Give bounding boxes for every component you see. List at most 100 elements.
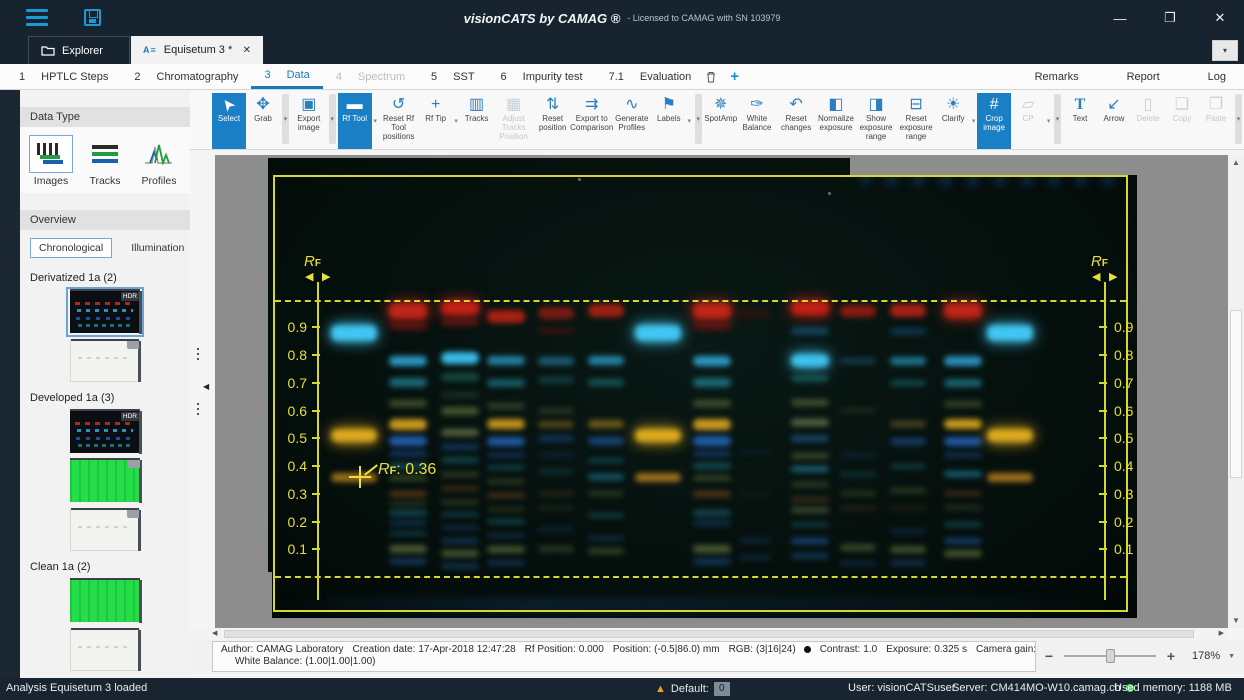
thumbnail-developed-1a-3-1[interactable]: HDR — [70, 409, 142, 455]
step-chromatography[interactable]: 2 Chromatography — [121, 64, 251, 89]
toolbar-dropdown-icon[interactable]: ▾ — [453, 93, 460, 149]
thumbnail-clean-1a-2-2[interactable] — [70, 628, 141, 672]
ribbon-collapse-icon[interactable]: ▾ — [1212, 40, 1238, 61]
thumbnail-clean-1a-2-1[interactable] — [70, 578, 142, 624]
zoom-slider[interactable] — [1064, 649, 1156, 663]
thumbnail-derivatized-1a-2-1[interactable]: HDR — [66, 287, 144, 337]
collapse-sidebar-icon[interactable]: ◀ — [203, 382, 209, 391]
tab-explorer[interactable]: Explorer — [28, 36, 130, 64]
toolbar-labels-button[interactable]: ⚑ Labels — [652, 93, 686, 149]
zoom-in-icon[interactable]: + — [1164, 648, 1178, 664]
step-data[interactable]: 3 Data — [251, 64, 323, 89]
rf-scale-right-arrow-icon[interactable]: ▶ — [322, 272, 330, 283]
toolbar-separator[interactable]: ▾ — [1054, 94, 1061, 144]
toolbar-button-label: Arrow — [1103, 114, 1125, 123]
rf-scale-right-arrow-icon[interactable]: ▶ — [1109, 272, 1117, 283]
toolbar-reset-position-button[interactable]: ⇅ Reset position — [534, 93, 572, 149]
toolbar-separator[interactable]: ▾ — [328, 94, 336, 144]
toolbar-reset-changes-button[interactable]: ↶ Reset changes — [776, 93, 816, 149]
horizontal-scrollbar[interactable]: ◀ ▶ — [190, 628, 1228, 640]
nav-remarks[interactable]: Remarks — [1035, 71, 1079, 83]
data-type-tracks[interactable]: Tracks — [80, 135, 130, 187]
trash-icon[interactable] — [706, 71, 716, 83]
restore-button[interactable]: ❐ — [1160, 10, 1180, 26]
scroll-down-icon[interactable]: ▼ — [1228, 616, 1244, 625]
toolbar-dropdown-icon[interactable]: ▾ — [1045, 93, 1052, 149]
data-type-images[interactable]: Images — [26, 135, 76, 187]
toolbar-rf-tip-button[interactable]: + Rf Tip — [419, 93, 453, 149]
rf-scale-left-arrow-icon[interactable]: ◀ — [1092, 272, 1100, 283]
zoom-level-value[interactable]: 178% — [1192, 650, 1220, 662]
toolbar-generate-profiles-button[interactable]: ∿ Generate Profiles — [612, 93, 652, 149]
toolbar-grab-button[interactable]: ✥ Grab — [246, 93, 280, 149]
toolbar-normalize-exposure-button[interactable]: ◧ Normalize exposure — [816, 93, 856, 149]
vertical-scrollbar[interactable]: ▲ ▼ — [1228, 155, 1244, 628]
rf-tick-label: 0.7 — [1114, 374, 1134, 391]
toolbar-separator[interactable]: ▾ — [694, 94, 702, 144]
toolbar-dropdown-icon[interactable]: ▾ — [686, 93, 693, 149]
image-toolbar: ➤ Select ✥ Grab ▾ ▣ Export image ▾ ▬ Rf Tool ▾ ↺ Res… — [190, 90, 1244, 150]
toolbar-rf-tool-button[interactable]: ▬ Rf Tool — [337, 93, 372, 149]
info-field-value: 1.0 — [863, 644, 878, 655]
toolbar-show-exposure-range-button[interactable]: ◨ Show exposure range — [856, 93, 896, 149]
toolbar-separator[interactable]: ▾ — [1234, 94, 1242, 144]
minimize-button[interactable]: — — [1110, 11, 1130, 26]
zoom-slider-thumb[interactable] — [1106, 649, 1115, 663]
toolbar-spotamp-button[interactable]: ✵ SpotAmp — [704, 93, 738, 149]
crop-region-rectangle[interactable] — [273, 175, 1128, 612]
toolbar-white-balance-button[interactable]: ✑ White Balance — [738, 93, 777, 149]
zoom-out-icon[interactable]: − — [1042, 648, 1056, 664]
data-type-profiles[interactable]: Profiles — [134, 135, 184, 187]
toolbar-reset-exposure-range-button[interactable]: ⊟ Reset exposure range — [896, 93, 936, 149]
scroll-left-icon[interactable]: ◀ — [212, 628, 217, 640]
nav-log[interactable]: Log — [1208, 71, 1226, 83]
toolbar-export-to-comparison-button[interactable]: ⇉ Export to Comparison — [570, 93, 613, 149]
thumbnail-developed-1a-3-3[interactable] — [70, 508, 141, 552]
splitter-handle[interactable] — [197, 348, 200, 363]
zoom-dropdown-icon[interactable]: ▼ — [1228, 653, 1235, 660]
image-viewer-canvas[interactable]: RF ◀ ▶ 0.9 0.8 0.7 0.6 0.5 0.4 0.3 0.2 0.1 RF ◀ ▶ 0.9 0… — [215, 155, 1228, 628]
step-hptlc-steps[interactable]: 1 HPTLC Steps — [6, 64, 121, 89]
grab-icon: ✥ — [256, 96, 270, 113]
step-evaluation[interactable]: 7.1 Evaluation — [596, 64, 705, 89]
rf-scale-left-arrow-icon[interactable]: ◀ — [305, 272, 313, 283]
thumbnail-derivatized-1a-2-2[interactable] — [70, 339, 141, 383]
close-button[interactable]: ✕ — [1210, 10, 1230, 26]
rf-marker-crosshair[interactable] — [359, 466, 361, 488]
toolbar-select-button[interactable]: ➤ Select — [212, 93, 246, 149]
step-spectrum[interactable]: 4 Spectrum — [323, 64, 418, 89]
vertical-scrollbar-thumb[interactable] — [1230, 310, 1242, 478]
step-number: 2 — [134, 70, 141, 83]
info-field-label: RGB: — [728, 644, 754, 655]
toolbar-separator[interactable]: ▾ — [282, 94, 289, 144]
overview-toggle-chronological[interactable]: Chronological — [30, 238, 113, 258]
toolbar-dropdown-icon[interactable]: ▾ — [970, 93, 977, 149]
rf-scale-left-line[interactable] — [317, 282, 319, 600]
toolbar-clarify-button[interactable]: ☀ Clarify — [936, 93, 970, 149]
horizontal-scrollbar-thumb[interactable] — [224, 630, 1194, 638]
toolbar-export-image-button[interactable]: ▣ Export image — [291, 93, 327, 149]
overview-toggle-illumination[interactable]: Illumination — [122, 238, 190, 258]
toolbar-tracks-button[interactable]: ▥ Tracks — [460, 93, 494, 149]
rf-tick — [312, 492, 320, 495]
rf-scale-right-line[interactable] — [1104, 282, 1106, 600]
nav-report[interactable]: Report — [1127, 71, 1160, 83]
toolbar-button-label: SpotAmp — [704, 114, 738, 123]
toolbar-text-button[interactable]: T Text — [1063, 93, 1097, 149]
toolbar-crop-image-button[interactable]: # Crop image — [977, 93, 1012, 149]
step-sst[interactable]: 5 SST — [418, 64, 488, 89]
splitter-handle[interactable] — [197, 403, 200, 418]
tab-close-icon[interactable]: ✕ — [243, 45, 251, 56]
toolbar-arrow-button[interactable]: ↙ Arrow — [1097, 93, 1131, 149]
info-field-position: Position: (-0.5|86.0) mm — [613, 644, 720, 655]
step-impurity-test[interactable]: 6 Impurity test — [488, 64, 596, 89]
toolbar-reset-rf-tool-positions-button[interactable]: ↺ Reset Rf Tool positions — [379, 93, 419, 149]
tab-document[interactable]: A≡ Equisetum 3 * ✕ — [131, 36, 263, 64]
rf-tick-label: 0.1 — [287, 541, 307, 558]
default-count-badge[interactable]: 0 — [713, 682, 730, 696]
thumbnail-developed-1a-3-2[interactable] — [70, 458, 142, 504]
toolbar-dropdown-icon[interactable]: ▾ — [372, 93, 379, 149]
add-step-button[interactable]: + — [730, 64, 739, 89]
scroll-right-icon[interactable]: ▶ — [1219, 628, 1224, 640]
scroll-up-icon[interactable]: ▲ — [1228, 158, 1244, 167]
